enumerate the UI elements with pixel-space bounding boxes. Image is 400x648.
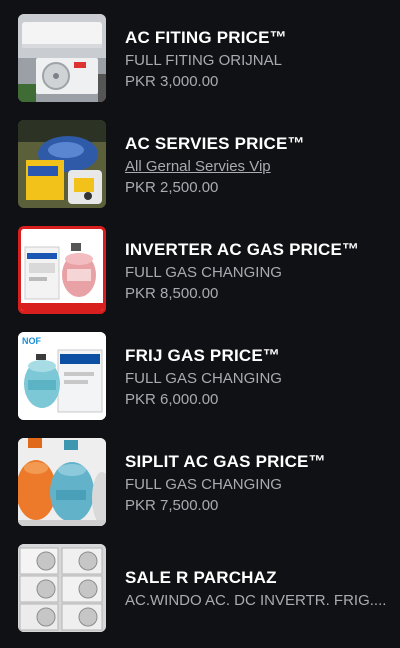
item-subtitle: FULL FITING ORIJNAL bbox=[125, 52, 282, 69]
item-title: AC SERVIES PRICE™ bbox=[125, 134, 305, 153]
item-title: AC FITING PRICE™ bbox=[125, 28, 287, 47]
item-title: SIPLIT AC GAS PRICE™ bbox=[125, 452, 326, 471]
vacuum-pump-image bbox=[18, 120, 106, 208]
item-subtitle: FULL GAS CHANGING bbox=[125, 476, 282, 493]
refrigerant-cylinder-image: NOF bbox=[18, 332, 106, 420]
list-item[interactable]: AC SERVIES PRICE™ All Gernal Servies Vip… bbox=[0, 120, 400, 216]
item-price: PKR 3,000.00 bbox=[125, 73, 219, 90]
service-list: AC FITING PRICE™ FULL FITING ORIJNAL PKR… bbox=[0, 0, 400, 648]
split-ac-unit-image bbox=[18, 14, 106, 102]
item-subtitle: All Gernal Servies Vip bbox=[125, 158, 271, 175]
item-subtitle: AC.WINDO AC. DC INVERTR. FRIG.... bbox=[125, 592, 387, 609]
multiple-gas-cylinders-image bbox=[18, 438, 106, 526]
item-price: PKR 2,500.00 bbox=[125, 179, 219, 196]
gas-cylinder-box-image bbox=[18, 226, 106, 314]
item-subtitle: FULL GAS CHANGING bbox=[125, 370, 282, 387]
item-price: PKR 6,000.00 bbox=[125, 391, 219, 408]
item-title: INVERTER AC GAS PRICE™ bbox=[125, 240, 360, 259]
item-title: FRIJ GAS PRICE™ bbox=[125, 346, 281, 365]
list-item[interactable]: SIPLIT AC GAS PRICE™ FULL GAS CHANGING P… bbox=[0, 438, 400, 534]
item-title: SALE R PARCHAZ bbox=[125, 568, 277, 587]
list-item[interactable]: AC FITING PRICE™ FULL FITING ORIJNAL PKR… bbox=[0, 14, 400, 110]
item-price: PKR 7,500.00 bbox=[125, 497, 219, 514]
item-price: PKR 8,500.00 bbox=[125, 285, 219, 302]
brand-logo: NOF bbox=[22, 336, 42, 346]
list-item[interactable]: INVERTER AC GAS PRICE™ FULL GAS CHANGING… bbox=[0, 226, 400, 322]
item-subtitle: FULL GAS CHANGING bbox=[125, 264, 282, 281]
outdoor-ac-units-image bbox=[18, 544, 106, 632]
list-item[interactable]: SALE R PARCHAZ AC.WINDO AC. DC INVERTR. … bbox=[0, 544, 400, 640]
list-item[interactable]: NOF FRIJ GAS PRICE™ FULL GAS CHANGING PK… bbox=[0, 332, 400, 428]
